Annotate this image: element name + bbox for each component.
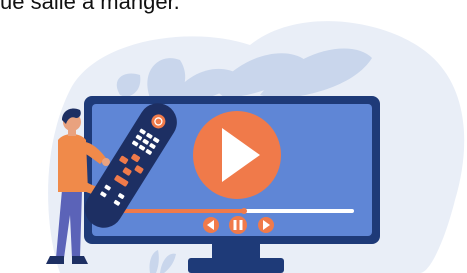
person-shoe-left [46, 256, 64, 264]
progress-handle[interactable] [241, 208, 247, 214]
pause-button[interactable] [229, 216, 247, 234]
progress-fill [118, 209, 244, 213]
monitor-stand-base [188, 258, 284, 273]
caption-text: ue salle à manger. [0, 0, 180, 14]
tv-remote-illustration [46, 21, 465, 273]
play-button[interactable] [193, 111, 281, 199]
forward-button[interactable] [258, 217, 274, 233]
pause-icon [233, 220, 237, 230]
rewind-button[interactable] [203, 217, 219, 233]
person-hand-upper [102, 158, 110, 166]
page: ue salle à manger. [0, 0, 467, 273]
pause-icon-bar [239, 220, 243, 230]
